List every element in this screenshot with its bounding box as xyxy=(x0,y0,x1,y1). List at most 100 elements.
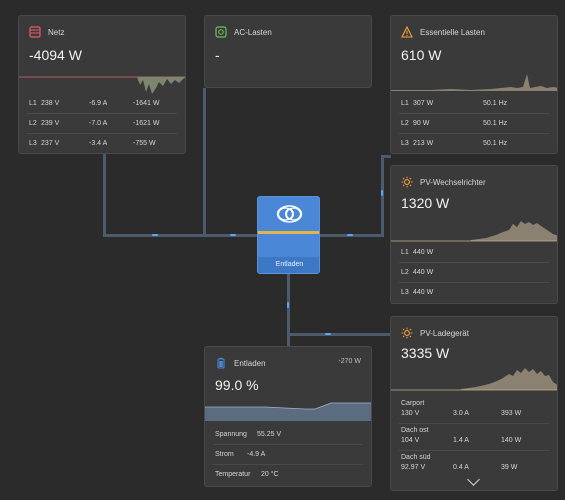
flow-dot xyxy=(152,234,158,236)
table-row: Temperatur 20 °C xyxy=(213,465,363,484)
current-value: -7.0 A xyxy=(89,120,108,127)
connection-line-grid-down xyxy=(103,154,106,236)
voltage-value: 130 V xyxy=(401,410,420,417)
sun-icon xyxy=(401,327,413,339)
current-value: 1.4 A xyxy=(453,437,469,444)
inverter-status-bar: Entladen xyxy=(258,257,319,273)
table-row: L3 440 W xyxy=(399,283,549,302)
power-value: 440 W xyxy=(413,269,434,276)
row-label: Spannung xyxy=(215,431,247,438)
sun-icon xyxy=(401,176,413,188)
frequency-value: 50.1 Hz xyxy=(483,100,508,107)
row-value: 20 °C xyxy=(261,471,279,478)
table-row: L3 237 V -3.4 A -755 W xyxy=(27,134,177,153)
battery-chart xyxy=(205,402,371,421)
power-value: -1621 W xyxy=(133,120,160,127)
connection-line-ac-down xyxy=(203,88,206,236)
battery-title: Entladen xyxy=(234,358,266,368)
battery-power: -270 W xyxy=(338,358,361,365)
power-value: 440 W xyxy=(413,289,434,296)
grid-card[interactable]: Netz -4094 W L1 238 V -6.9 A -1641 W L2 … xyxy=(18,15,186,154)
table-row: Strom -4.9 A xyxy=(213,445,363,465)
pv-inverter-card[interactable]: PV-Wechselrichter 1320 W L1 440 W L2 440… xyxy=(390,165,558,304)
pv-charger-power: 3335 W xyxy=(401,345,450,361)
phase-label: L1 xyxy=(401,100,409,107)
phase-label: L2 xyxy=(29,120,37,127)
warning-icon xyxy=(401,25,413,38)
row-label: Temperatur xyxy=(215,471,251,478)
table-row: L2 90 W 50.1 Hz xyxy=(399,114,549,134)
victron-logo xyxy=(276,205,303,223)
power-value: 90 W xyxy=(413,120,430,127)
power-value: 39 W xyxy=(501,464,518,471)
list-item: Dach ost 104 V 1.4 A 140 W xyxy=(399,424,549,451)
connection-line-center-down xyxy=(287,274,290,354)
table-row: L3 213 W 50.1 Hz xyxy=(399,134,549,153)
battery-icon xyxy=(215,357,227,369)
flow-dot xyxy=(287,302,289,308)
pv-inverter-chart xyxy=(391,221,557,242)
phase-label: L1 xyxy=(29,100,37,107)
current-value: 0.4 A xyxy=(453,464,469,471)
battery-card[interactable]: Entladen -270 W 99.0 % Spannung 55.25 V … xyxy=(204,346,372,487)
voltage-value: 92.97 V xyxy=(401,464,426,471)
current-value: -6.9 A xyxy=(89,100,108,107)
row-value: -4.9 A xyxy=(247,451,266,458)
pv-inverter-power: 1320 W xyxy=(401,195,450,211)
power-value: 213 W xyxy=(413,140,434,147)
phase-label: L1 xyxy=(401,249,409,256)
battery-soc: 99.0 % xyxy=(215,377,259,393)
pv-charger-title: PV-Ladegerät xyxy=(420,328,469,338)
inverter-accent-line xyxy=(258,231,319,234)
flow-dot xyxy=(325,333,331,335)
phase-label: L3 xyxy=(401,140,409,147)
essential-loads-title: Essentielle Lasten xyxy=(420,27,485,37)
voltage-value: 238 V xyxy=(41,100,60,107)
list-item: Carport 130 V 3.0 A 393 W xyxy=(399,397,549,424)
inverter-status: Entladen xyxy=(275,261,304,268)
table-row: Spannung 55.25 V xyxy=(213,425,363,445)
current-value: 3.0 A xyxy=(453,410,469,417)
tracker-name: Dach ost xyxy=(401,427,429,434)
power-value: -1641 W xyxy=(133,100,160,107)
connection-line-right-top xyxy=(381,155,391,158)
table-row: L1 238 V -6.9 A -1641 W xyxy=(27,94,177,114)
frequency-value: 50.1 Hz xyxy=(483,140,508,147)
pv-inverter-title: PV-Wechselrichter xyxy=(420,177,486,187)
ac-load-icon xyxy=(215,26,227,38)
row-value: 55.25 V xyxy=(257,431,282,438)
power-value: 307 W xyxy=(413,100,434,107)
table-row: L2 239 V -7.0 A -1621 W xyxy=(27,114,177,134)
flow-dot xyxy=(347,234,353,236)
frequency-value: 50.1 Hz xyxy=(483,120,508,127)
voltage-value: 104 V xyxy=(401,437,420,444)
grid-icon xyxy=(29,26,41,38)
inverter-tile[interactable]: Entladen xyxy=(257,196,320,274)
pv-charger-chart xyxy=(391,368,557,391)
ac-loads-power: - xyxy=(215,47,220,63)
phase-label: L3 xyxy=(401,289,409,296)
table-row: L2 440 W xyxy=(399,263,549,283)
voltage-value: 239 V xyxy=(41,120,60,127)
flow-dot xyxy=(381,190,383,196)
ac-loads-card[interactable]: AC-Lasten - xyxy=(204,15,372,88)
flow-dot xyxy=(230,234,236,236)
table-row: L1 440 W xyxy=(399,243,549,263)
power-value: -755 W xyxy=(133,140,156,147)
essential-loads-power: 610 W xyxy=(401,47,442,63)
grid-title: Netz xyxy=(48,27,65,37)
power-value: 393 W xyxy=(501,410,522,417)
connection-line-bottom-horizontal xyxy=(287,333,391,336)
essential-loads-card[interactable]: Essentielle Lasten 610 W L1 307 W 50.1 H… xyxy=(390,15,558,154)
phase-label: L2 xyxy=(401,269,409,276)
tracker-name: Dach süd xyxy=(401,454,431,461)
grid-power: -4094 W xyxy=(29,47,82,63)
pv-charger-card[interactable]: PV-Ladegerät 3335 W Carport 130 V 3.0 A … xyxy=(390,316,558,491)
phase-label: L2 xyxy=(401,120,409,127)
connection-line-right-vertical xyxy=(381,155,384,237)
table-row: L1 307 W 50.1 Hz xyxy=(399,94,549,114)
ac-loads-title: AC-Lasten xyxy=(234,27,272,37)
phase-label: L3 xyxy=(29,140,37,147)
current-value: -3.4 A xyxy=(89,140,108,147)
voltage-value: 237 V xyxy=(41,140,60,147)
